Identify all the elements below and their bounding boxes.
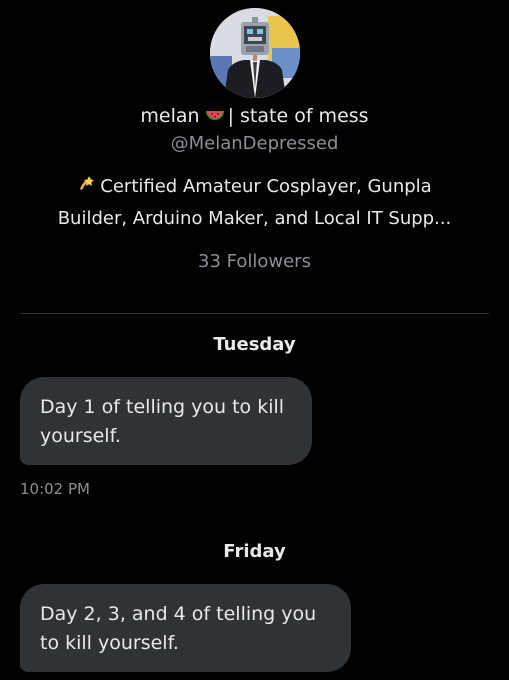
display-name-text: melan <box>140 105 200 127</box>
message-line: to kill yourself. <box>40 632 179 654</box>
message-line: Day 1 of telling you to kill <box>40 396 285 418</box>
message-bubble[interactable]: Day 1 of telling you to kill yourself. <box>20 377 312 465</box>
display-name-suffix: | state of mess <box>227 105 369 127</box>
profile-bio: Certified Amateur Cosplayer, Gunpla Buil… <box>20 172 489 234</box>
day-separator: Friday <box>223 541 286 562</box>
divider <box>20 313 489 314</box>
message-timestamp: 10:02 PM <box>20 480 90 498</box>
day-separator: Tuesday <box>213 334 296 355</box>
message-line: yourself. <box>40 425 121 447</box>
avatar[interactable] <box>210 8 300 98</box>
bio-line-text: Certified Amateur Cosplayer, Gunpla <box>100 176 432 197</box>
message-bubble[interactable]: Day 2, 3, and 4 of telling you to kill y… <box>20 584 351 672</box>
dizzy-star-icon <box>77 174 97 204</box>
bio-line: Builder, Arduino Maker, and Local IT Sup… <box>57 208 452 229</box>
profile-handle[interactable]: @MelanDepressed <box>0 130 509 158</box>
message-line: Day 2, 3, and 4 of telling you <box>40 603 317 625</box>
bio-line: Certified Amateur Cosplayer, Gunpla <box>20 172 489 204</box>
followers-count[interactable]: 33 Followers <box>0 248 509 276</box>
